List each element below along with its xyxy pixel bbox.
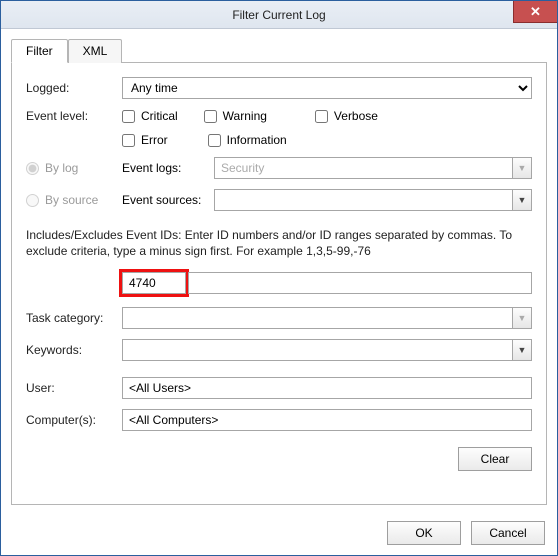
label-computers: Computer(s): — [26, 413, 122, 427]
radio-by-log: By log — [26, 161, 122, 175]
event-sources-value[interactable] — [214, 189, 513, 211]
check-error[interactable]: Error — [122, 133, 168, 147]
row-keywords: Keywords: ▼ — [26, 339, 532, 361]
row-user: User: — [26, 377, 532, 399]
clear-row: Clear — [26, 447, 532, 471]
row-computers: Computer(s): — [26, 409, 532, 431]
event-logs-value: Security — [214, 157, 513, 179]
checkbox-verbose[interactable] — [315, 110, 328, 123]
chevron-down-icon: ▼ — [512, 307, 532, 329]
close-button[interactable]: ✕ — [513, 1, 557, 23]
chevron-down-icon[interactable]: ▼ — [512, 189, 532, 211]
chevron-down-icon: ▼ — [512, 157, 532, 179]
dialog-footer: OK Cancel — [1, 513, 557, 555]
keywords-value[interactable] — [122, 339, 513, 361]
titlebar: Filter Current Log ✕ — [1, 1, 557, 29]
event-id-highlight — [119, 269, 189, 297]
event-sources-dropdown[interactable]: ▼ — [214, 189, 532, 211]
tab-xml[interactable]: XML — [68, 39, 123, 63]
user-input[interactable] — [122, 377, 532, 399]
chevron-down-icon[interactable]: ▼ — [512, 339, 532, 361]
tab-strip: Filter XML — [11, 39, 547, 63]
check-critical[interactable]: Critical — [122, 109, 178, 123]
close-icon: ✕ — [530, 4, 541, 20]
checkbox-information[interactable] — [208, 134, 221, 147]
check-verbose[interactable]: Verbose — [315, 109, 378, 123]
filter-panel: Logged: Any time Event level: Critical W… — [11, 63, 547, 505]
check-warning[interactable]: Warning — [204, 109, 267, 123]
row-event-level: Event level: Critical Warning Verbose Er… — [26, 109, 532, 147]
row-task-category: Task category: ▼ — [26, 307, 532, 329]
task-category-dropdown: ▼ — [122, 307, 532, 329]
label-event-logs: Event logs: — [122, 161, 214, 175]
computers-input[interactable] — [122, 409, 532, 431]
event-id-input-highlighted[interactable] — [122, 272, 186, 294]
logged-select[interactable]: Any time — [122, 77, 532, 99]
row-event-id — [26, 269, 532, 297]
radio-by-source: By source — [26, 193, 122, 207]
content-area: Filter XML Logged: Any time Event level:… — [1, 29, 557, 513]
tab-filter[interactable]: Filter — [11, 39, 68, 63]
label-task-category: Task category: — [26, 311, 122, 325]
row-logged: Logged: Any time — [26, 77, 532, 99]
checkbox-critical[interactable] — [122, 110, 135, 123]
event-logs-dropdown: Security ▼ — [214, 157, 532, 179]
radio-by-log-input — [26, 162, 39, 175]
checkbox-error[interactable] — [122, 134, 135, 147]
keywords-dropdown[interactable]: ▼ — [122, 339, 532, 361]
help-text: Includes/Excludes Event IDs: Enter ID nu… — [26, 227, 532, 259]
dialog-title: Filter Current Log — [232, 8, 325, 22]
clear-button[interactable]: Clear — [458, 447, 532, 471]
label-keywords: Keywords: — [26, 343, 122, 357]
radio-by-source-input — [26, 194, 39, 207]
filter-dialog: Filter Current Log ✕ Filter XML Logged: … — [0, 0, 558, 556]
label-logged: Logged: — [26, 81, 122, 95]
label-event-level: Event level: — [26, 109, 122, 123]
task-category-value — [122, 307, 513, 329]
cancel-button[interactable]: Cancel — [471, 521, 545, 545]
event-id-input[interactable] — [188, 272, 532, 294]
row-by-log: By log Event logs: Security ▼ — [26, 157, 532, 179]
ok-button[interactable]: OK — [387, 521, 461, 545]
checkbox-warning[interactable] — [204, 110, 217, 123]
label-user: User: — [26, 381, 122, 395]
check-information[interactable]: Information — [208, 133, 287, 147]
label-event-sources: Event sources: — [122, 193, 214, 207]
row-by-source: By source Event sources: ▼ — [26, 189, 532, 211]
